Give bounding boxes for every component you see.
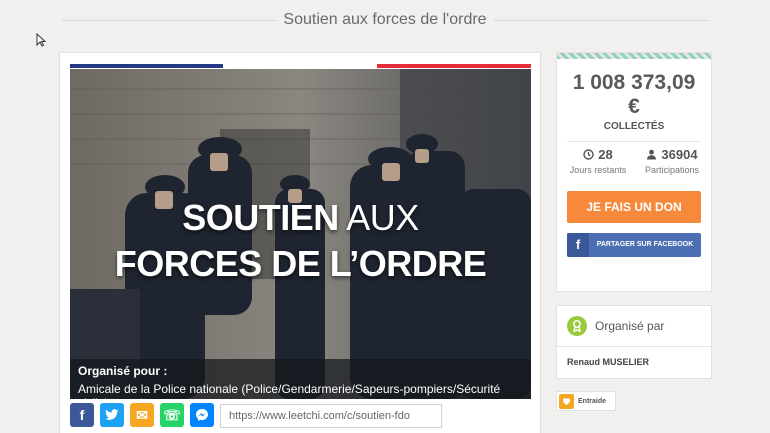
participants-count: 36904 Participations xyxy=(637,147,707,175)
hero-headline-line1: SOUTIEN AUX xyxy=(182,197,419,238)
email-share-button[interactable]: ✉ xyxy=(130,403,154,427)
organizer-divider xyxy=(557,346,711,347)
participants-value: 36904 xyxy=(661,147,698,162)
person-icon xyxy=(647,149,657,160)
stats-divider xyxy=(567,141,701,142)
participants-label: Participations xyxy=(644,165,700,175)
organized-for-label: Organisé pour : xyxy=(78,364,168,378)
days-value: 28 xyxy=(598,147,613,162)
facebook-share-label: PARTAGER SUR FACEBOOK xyxy=(596,241,694,248)
whatsapp-share-button[interactable]: ☏ xyxy=(160,403,184,427)
entraide-icon xyxy=(559,393,574,409)
organizer-header: Organisé par xyxy=(595,319,665,333)
header-divider-right xyxy=(494,20,708,21)
facebook-icon: f xyxy=(79,407,85,423)
category-badge[interactable]: Entraide xyxy=(556,391,616,411)
amount-value: 1 008 373,09 xyxy=(572,71,696,94)
facebook-share-large-button[interactable]: f PARTAGER SUR FACEBOOK xyxy=(567,233,701,257)
share-url-field[interactable] xyxy=(220,404,442,428)
decorative-stripe xyxy=(557,53,711,59)
share-buttons: f ✉ ☏ xyxy=(70,403,214,429)
email-icon: ✉ xyxy=(136,406,148,423)
collected-label: COLLECTÉS xyxy=(603,121,665,132)
category-label: Entraide xyxy=(578,397,607,405)
funding-stats-card: 1 008 373,09 € COLLECTÉS 28 Jours restan… xyxy=(556,52,712,292)
organized-for-text: Amicale de la Police nationale (Police/G… xyxy=(78,382,501,399)
organized-for-box: Organisé pour : Amicale de la Police nat… xyxy=(70,359,531,399)
twitter-share-button[interactable] xyxy=(100,403,124,427)
whatsapp-icon: ☏ xyxy=(163,406,181,423)
flag-stripe-white xyxy=(223,64,377,68)
collected-amount: 1 008 373,09 € xyxy=(557,71,711,119)
campaign-image: SOUTIEN AUX FORCES DE L’ORDRE Organisé p… xyxy=(70,69,531,399)
messenger-icon xyxy=(196,409,208,421)
facebook-icon: f xyxy=(567,233,589,257)
flag-stripe-blue xyxy=(70,64,223,68)
donate-button[interactable]: JE FAIS UN DON xyxy=(567,191,701,223)
mouse-cursor-icon xyxy=(36,33,46,47)
clock-icon xyxy=(583,149,594,160)
amount-currency: € xyxy=(628,95,640,118)
flag-stripe-red xyxy=(377,64,531,68)
days-label: Jours restants xyxy=(569,165,627,175)
campaign-card: SOUTIEN AUX FORCES DE L’ORDRE Organisé p… xyxy=(59,52,541,433)
hero-headline-line2: FORCES DE L’ORDRE xyxy=(114,243,487,284)
organizer-card: Organisé par Renaud MUSELIER xyxy=(556,305,712,379)
days-remaining: 28 Jours restants xyxy=(563,147,633,175)
organizer-name[interactable]: Renaud MUSELIER xyxy=(567,357,649,367)
page-header: Soutien aux forces de l'ordre xyxy=(0,8,770,34)
messenger-share-button[interactable] xyxy=(190,403,214,427)
facebook-share-button[interactable]: f xyxy=(70,403,94,427)
twitter-icon xyxy=(105,409,119,420)
ribbon-icon xyxy=(567,316,587,336)
